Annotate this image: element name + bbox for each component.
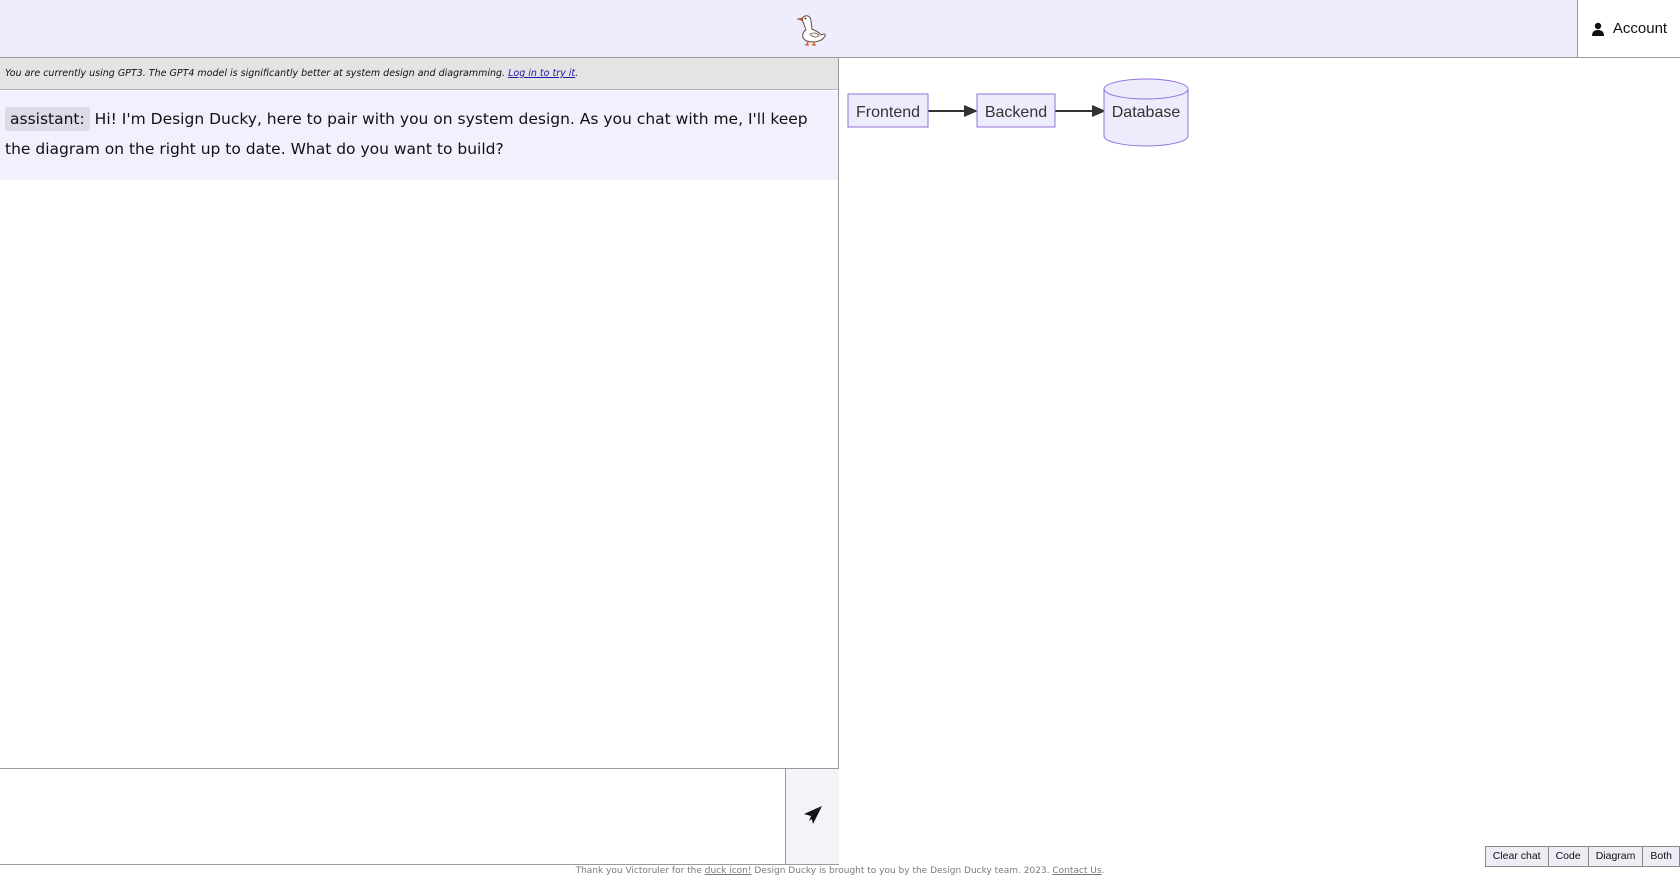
account-button[interactable]: Account	[1577, 0, 1680, 58]
code-view-button[interactable]: Code	[1547, 846, 1588, 867]
node-frontend-label: Frontend	[856, 104, 920, 121]
node-database[interactable]: Database	[1103, 78, 1189, 147]
footer-end: .	[1101, 866, 1105, 876]
notice-text: You are currently using GPT3. The GPT4 m…	[5, 68, 506, 79]
diagram-canvas: Frontend Backend Database	[847, 78, 1189, 147]
contact-link[interactable]: Contact Us	[1052, 866, 1101, 876]
footer-credits: Design Ducky is brought to you by the De…	[754, 866, 1050, 876]
message-text: Hi! I'm Design Ducky, here to pair with …	[5, 110, 808, 158]
diagram-pane: Frontend Backend Database	[839, 58, 1680, 865]
view-toggle-group: Clear chat Code Diagram Both	[1484, 846, 1680, 867]
notice-suffix: .	[575, 68, 579, 79]
account-label: Account	[1612, 20, 1668, 37]
footer: Thank you Victoruler for the duck icon! …	[0, 866, 1680, 876]
node-backend[interactable]: Backend	[976, 93, 1056, 128]
login-link[interactable]: Log in to try it	[508, 68, 575, 79]
clear-chat-button[interactable]: Clear chat	[1484, 846, 1548, 867]
chat-input[interactable]	[0, 769, 786, 864]
node-database-label: Database	[1112, 104, 1181, 121]
user-icon	[1591, 22, 1605, 36]
chat-pane: You are currently using GPT3. The GPT4 m…	[0, 58, 839, 865]
send-icon	[803, 805, 823, 829]
message-role: assistant:	[5, 107, 90, 131]
send-button[interactable]	[786, 769, 839, 864]
node-backend-label: Backend	[985, 104, 1047, 121]
node-frontend[interactable]: Frontend	[847, 93, 929, 128]
model-notice: You are currently using GPT3. The GPT4 m…	[0, 58, 838, 90]
chat-input-area	[0, 768, 839, 865]
duck-icon	[792, 8, 828, 46]
diagram-view-button[interactable]: Diagram	[1587, 846, 1643, 867]
footer-thanks: Thank you Victoruler for the	[575, 866, 702, 876]
chat-message: assistant: Hi! I'm Design Ducky, here to…	[0, 91, 838, 180]
both-view-button[interactable]: Both	[1642, 846, 1680, 867]
header: Account	[0, 0, 1680, 58]
duck-icon-link[interactable]: duck icon!	[705, 866, 752, 876]
